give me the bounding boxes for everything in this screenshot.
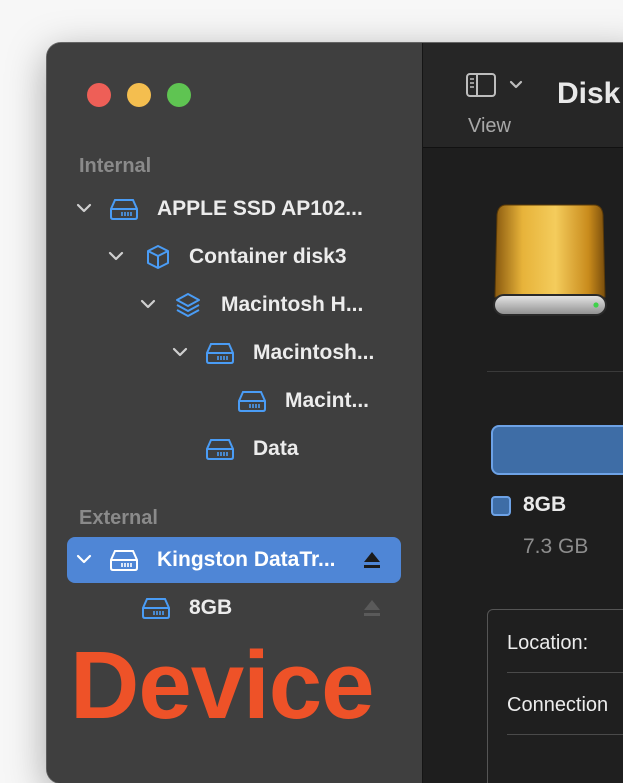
legend-volume-name: 8GB: [523, 493, 567, 516]
sidebar-item-container-disk3[interactable]: Container disk3: [67, 234, 401, 280]
chevron-down-icon[interactable]: [75, 550, 93, 568]
container-cube-icon: [147, 245, 169, 269]
sidebar-item-label: Macint...: [285, 389, 370, 412]
info-table: Location: Connection: [487, 609, 623, 783]
sidebar-item-label: Macintosh H...: [221, 293, 364, 316]
zoom-window-button[interactable]: [167, 83, 191, 107]
drive-icon: [206, 439, 234, 460]
usage-bar: [491, 425, 623, 475]
sidebar-item-macintosh-snapshot[interactable]: Macint...: [67, 378, 401, 424]
section-internal: Internal: [79, 155, 152, 177]
window-title: Disk: [557, 77, 621, 110]
connection-label: Connection: [507, 694, 609, 716]
sidebar-item-macintosh-hd-group[interactable]: Macintosh H...: [67, 282, 401, 328]
view-label: View: [468, 115, 511, 137]
external-drive-icon: [493, 204, 607, 316]
toolbar: View Disk: [423, 43, 623, 148]
device-overlay-text: Device: [70, 632, 375, 739]
sidebar-item-label: 8GB: [189, 596, 233, 619]
legend-swatch: [491, 496, 511, 516]
legend-volume-size: 7.3 GB: [523, 535, 589, 558]
location-label: Location:: [507, 632, 589, 654]
volume-stack-icon: [176, 293, 200, 317]
divider: [487, 371, 623, 372]
sidebar-item-label: APPLE SSD AP102...: [157, 197, 363, 220]
section-external: External: [79, 507, 158, 529]
info-divider: [507, 734, 623, 735]
chevron-down-icon[interactable]: [75, 199, 93, 217]
eject-icon[interactable]: [361, 549, 383, 571]
sidebar-item-macintosh-hd-volume[interactable]: Macintosh...: [67, 330, 401, 376]
chevron-down-icon[interactable]: [139, 295, 157, 313]
sidebar-item-label: Container disk3: [189, 245, 347, 268]
chevron-down-icon[interactable]: [107, 247, 125, 265]
drive-icon: [110, 199, 138, 220]
drive-icon: [238, 391, 266, 412]
sidebar-item-data[interactable]: Data: [67, 426, 401, 472]
drive-icon: [142, 598, 170, 619]
main-panel: View Disk 8GB 7.3 GB Location: Connectio…: [423, 43, 623, 783]
sidebar-item-kingston[interactable]: Kingston DataTr...: [67, 537, 401, 583]
chevron-down-icon[interactable]: [171, 343, 189, 361]
sidebar-toggle-icon[interactable]: [465, 71, 535, 101]
sidebar-item-label: Data: [253, 437, 299, 460]
minimize-window-button[interactable]: [127, 83, 151, 107]
drive-icon: [110, 550, 138, 571]
sidebar-item-8gb[interactable]: 8GB: [67, 585, 401, 631]
drive-icon: [206, 343, 234, 364]
close-window-button[interactable]: [87, 83, 111, 107]
info-divider: [507, 672, 623, 673]
sidebar-item-apple-ssd[interactable]: APPLE SSD AP102...: [67, 186, 401, 232]
sidebar-item-label: Kingston DataTr...: [157, 548, 336, 571]
sidebar-item-label: Macintosh...: [253, 341, 375, 364]
eject-icon[interactable]: [361, 597, 383, 619]
